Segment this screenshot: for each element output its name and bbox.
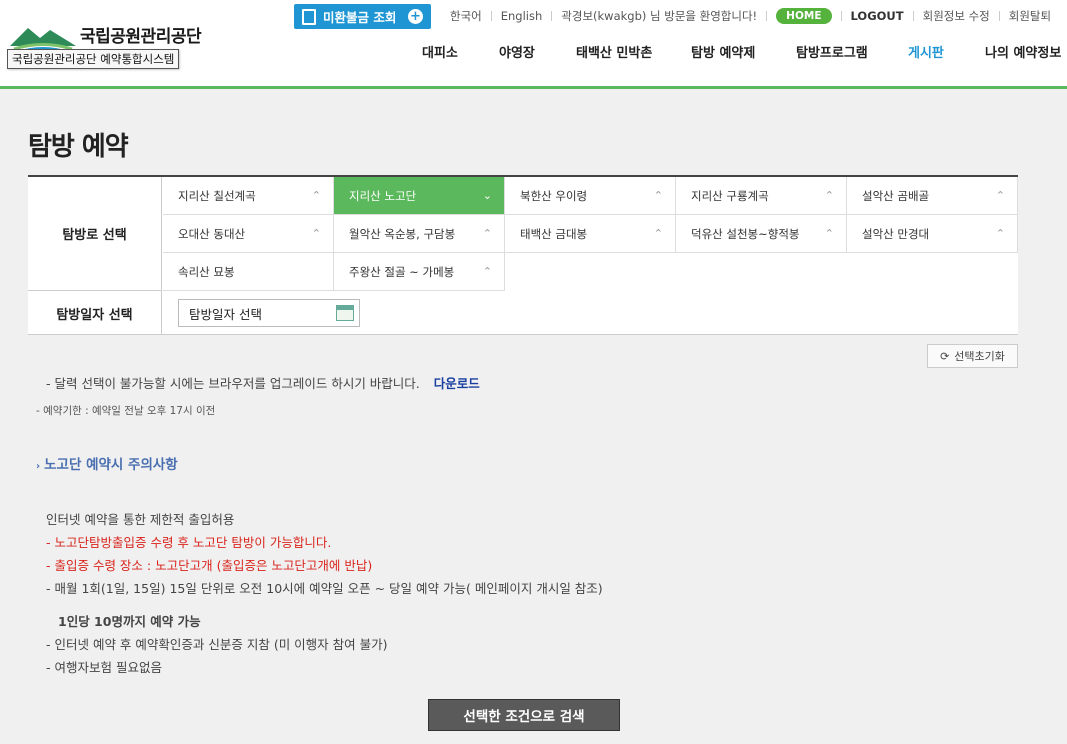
chevron-up-icon: ⌃ bbox=[824, 227, 834, 240]
notice-line: - 출입증 수령 장소 : 노고단고개 (출입증은 노고단고개에 반납) bbox=[46, 558, 373, 573]
unpaid-refund-label: 미환불금 조회 bbox=[323, 10, 397, 25]
reset-selection-button[interactable]: ⟳ 선택초기화 bbox=[927, 344, 1018, 368]
download-link[interactable]: 다운로드 bbox=[434, 376, 480, 391]
chevron-up-icon: ⌃ bbox=[653, 227, 663, 240]
nav-item-my-reservations[interactable]: 나의 예약정보 bbox=[985, 42, 1061, 61]
nav-item-trail-reservation[interactable]: 탐방 예약제 bbox=[691, 42, 755, 61]
trail-option[interactable]: 북한산 우이령 ⌃ bbox=[505, 177, 676, 215]
trail-option[interactable]: 오대산 동대산 ⌃ bbox=[163, 215, 334, 253]
nav-item-trail-program[interactable]: 탐방프로그램 bbox=[796, 42, 868, 61]
chevron-up-icon: ⌃ bbox=[482, 227, 492, 240]
notice-line: - 인터넷 예약 후 예약확인증과 신분증 지참 (미 이행자 참여 불가) bbox=[46, 637, 388, 652]
date-picker[interactable]: 탐방일자 선택 bbox=[178, 299, 360, 327]
calendar-icon[interactable] bbox=[336, 305, 354, 321]
utility-bar: 한국어 English 곽경보(kwakgb) 님 방문을 환영합니다! HOM… bbox=[450, 8, 1051, 24]
date-picker-label: 탐방일자 선택 bbox=[189, 306, 262, 322]
notice-line: - 여행자보험 필요없음 bbox=[46, 660, 162, 675]
trail-option[interactable]: 속리산 묘봉 bbox=[163, 253, 334, 291]
lang-korean-link[interactable]: 한국어 bbox=[450, 8, 482, 24]
document-search-icon bbox=[302, 8, 316, 25]
notice-line: 인터넷 예약을 통한 제한적 출입허용 bbox=[46, 512, 235, 527]
nav-item-shelter[interactable]: 대피소 bbox=[422, 42, 458, 61]
nav-item-campsite[interactable]: 야영장 bbox=[499, 42, 535, 61]
deadline-note: - 예약기한 : 예약일 전날 오후 17시 이전 bbox=[36, 405, 216, 417]
chevron-up-icon: ⌃ bbox=[824, 189, 834, 202]
trail-option-selected[interactable]: 지리산 노고단 ⌄ bbox=[334, 177, 505, 215]
trail-option[interactable]: 지리산 칠선계곡 ⌃ bbox=[163, 177, 334, 215]
divider bbox=[490, 11, 492, 21]
home-button[interactable]: HOME bbox=[776, 8, 832, 24]
trail-option[interactable]: 덕유산 설천봉~향적봉 ⌃ bbox=[676, 215, 847, 253]
trail-option[interactable]: 주왕산 절골 ~ 가메봉 ⌃ bbox=[334, 253, 505, 291]
browser-note-text: - 달력 선택이 불가능할 시에는 브라우저를 업그레이드 하시기 바랍니다. bbox=[46, 376, 420, 391]
chevron-up-icon: ⌃ bbox=[653, 189, 663, 202]
date-row-label: 탐방일자 선택 bbox=[28, 291, 162, 335]
page-title: 탐방 예약 bbox=[28, 132, 129, 162]
chevron-up-icon: ⌃ bbox=[995, 227, 1005, 240]
trail-row-label: 탐방로 선택 bbox=[28, 177, 162, 291]
search-button[interactable]: 선택한 조건으로 검색 bbox=[428, 699, 620, 731]
plus-circle-icon: + bbox=[408, 9, 423, 24]
logout-link[interactable]: LOGOUT bbox=[851, 9, 904, 23]
chevron-up-icon: ⌃ bbox=[995, 189, 1005, 202]
reset-selection-label: 선택초기화 bbox=[954, 350, 1005, 363]
welcome-text: 곽경보(kwakgb) 님 방문을 환영합니다! bbox=[561, 9, 758, 23]
divider bbox=[840, 11, 842, 21]
nav-item-taebaek-lodge[interactable]: 태백산 민박촌 bbox=[576, 42, 652, 61]
trail-option[interactable]: 월악산 옥순봉, 구담봉 ⌃ bbox=[334, 215, 505, 253]
divider bbox=[998, 11, 1000, 21]
chevron-down-icon: ⌄ bbox=[482, 189, 492, 202]
trail-option[interactable]: 설악산 만경대 ⌃ bbox=[847, 215, 1018, 253]
notice-section-title: › 노고단 예약시 주의사항 bbox=[36, 457, 178, 473]
chevron-up-icon: ⌃ bbox=[311, 227, 321, 240]
chevron-up-icon: ⌃ bbox=[482, 265, 492, 278]
header: 국립공원관리공단 국립공원관리공단 예약통합시스템 미환불금 조회 + 한국어 … bbox=[0, 0, 1067, 86]
edit-member-link[interactable]: 회원정보 수정 bbox=[923, 8, 990, 24]
browser-note: - 달력 선택이 불가능할 시에는 브라우저를 업그레이드 하시기 바랍니다. … bbox=[46, 373, 480, 392]
trail-option[interactable]: 지리산 구룡계곡 ⌃ bbox=[676, 177, 847, 215]
trail-selection-table: 탐방로 선택 탐방일자 선택 지리산 칠선계곡 ⌃ 지리산 노고단 ⌄ 북한산 우이… bbox=[28, 175, 1018, 335]
divider bbox=[551, 11, 553, 21]
withdraw-link[interactable]: 회원탈퇴 bbox=[1009, 8, 1051, 24]
unpaid-refund-button[interactable]: 미환불금 조회 + bbox=[294, 4, 431, 29]
divider bbox=[912, 11, 914, 21]
notice-line: - 매월 1회(1일, 15일) 15일 단위로 오전 10시에 예약일 오픈 … bbox=[46, 581, 603, 596]
logo-text: 국립공원관리공단 bbox=[80, 27, 202, 47]
chevron-right-icon: › bbox=[36, 461, 41, 472]
chevron-up-icon: ⌃ bbox=[311, 189, 321, 202]
notice-line: 1인당 10명까지 예약 가능 bbox=[58, 614, 201, 629]
lang-english-link[interactable]: English bbox=[501, 9, 543, 23]
nav-item-board[interactable]: 게시판 bbox=[908, 42, 944, 61]
trail-option[interactable]: 설악산 곰배골 ⌃ bbox=[847, 177, 1018, 215]
refresh-icon: ⟳ bbox=[940, 349, 950, 363]
divider bbox=[766, 11, 768, 21]
notice-line: - 노고단탐방출입증 수령 후 노고단 탐방이 가능합니다. bbox=[46, 535, 332, 550]
trail-option[interactable]: 태백산 금대봉 ⌃ bbox=[505, 215, 676, 253]
logo-tooltip: 국립공원관리공단 예약통합시스템 bbox=[7, 49, 180, 69]
header-divider bbox=[0, 86, 1067, 89]
mountain-logo-icon bbox=[10, 28, 76, 52]
